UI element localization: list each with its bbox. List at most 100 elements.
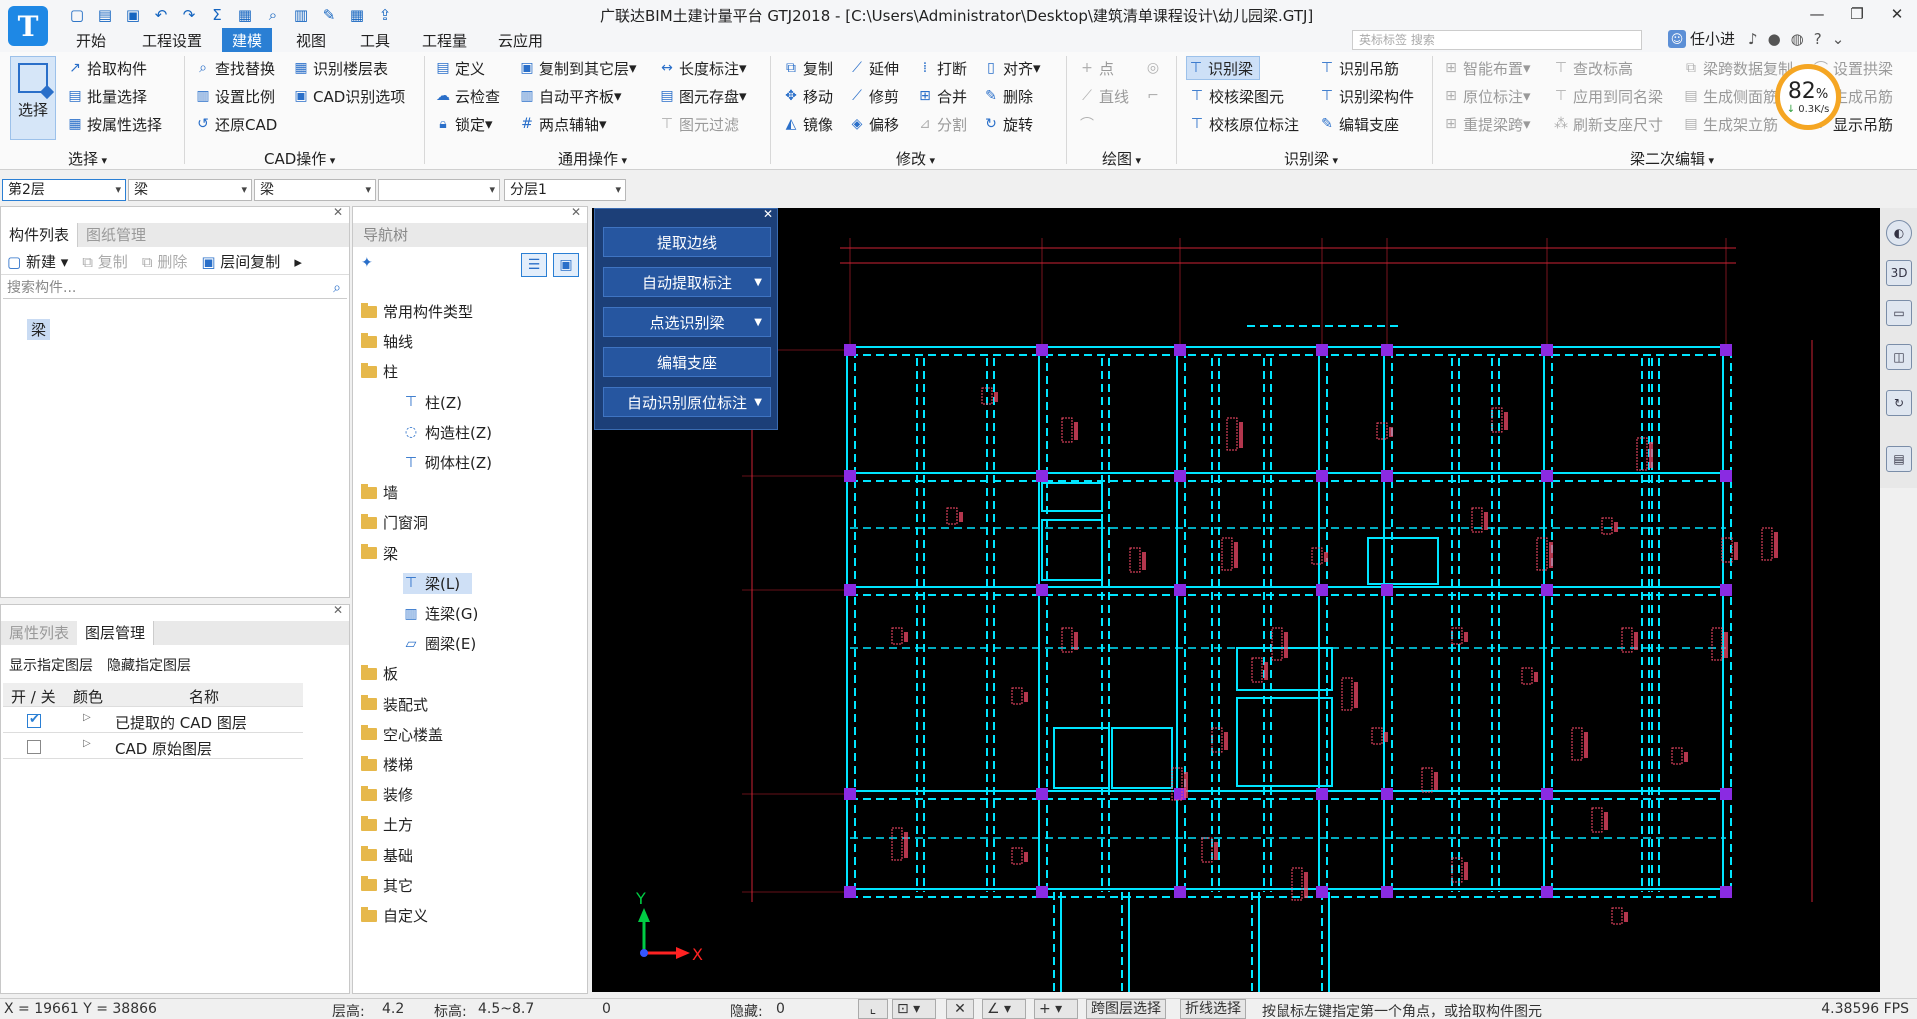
- component-item-beam[interactable]: 梁: [27, 319, 51, 340]
- open-file-icon[interactable]: ▤: [94, 4, 116, 26]
- snap-icon[interactable]: ⊡ ▾: [892, 999, 936, 1019]
- gen-erection-bar-button[interactable]: ▤ 生成架立筋: [1682, 112, 1778, 136]
- dropdown-icon[interactable]: ▼: [754, 397, 762, 408]
- cube-view-icon[interactable]: ◫: [1886, 344, 1912, 370]
- nav-category[interactable]: 基础: [361, 845, 413, 866]
- nav-category[interactable]: 柱: [361, 361, 398, 382]
- nav-subitem[interactable]: ◌ 构造柱(Z): [403, 422, 492, 443]
- subtype-select[interactable]: 梁: [254, 179, 376, 201]
- calc-icon[interactable]: Σ: [206, 4, 228, 26]
- user-account[interactable]: ☺ 任小进: [1668, 28, 1735, 49]
- recognize-beam-button[interactable]: ⊤ 识别梁: [1186, 56, 1261, 80]
- redo-icon[interactable]: ↷: [178, 4, 200, 26]
- group-common-label[interactable]: 通用操作: [558, 148, 627, 169]
- chat-icon[interactable]: ●: [1768, 30, 1781, 48]
- floor-select[interactable]: 第2层: [2, 179, 126, 201]
- more-icon[interactable]: ▸: [294, 253, 302, 271]
- panel-close-icon[interactable]: ✕: [333, 603, 343, 617]
- check-beam-button[interactable]: ⊤ 校核梁图元: [1188, 84, 1284, 108]
- tab-cloud[interactable]: 云应用: [488, 28, 553, 52]
- tab-view[interactable]: 视图: [286, 28, 336, 52]
- move-button[interactable]: ✥ 移动: [782, 84, 833, 108]
- copy-component-button[interactable]: ⧉ 复制: [82, 251, 128, 272]
- delete-component-button[interactable]: ⧉ 删除: [142, 251, 188, 272]
- nav-category[interactable]: 土方: [361, 814, 413, 835]
- pick-component-button[interactable]: ↗ 拾取构件: [66, 56, 147, 80]
- tab-component-list[interactable]: 构件列表: [1, 223, 79, 247]
- performance-gauge[interactable]: 82% ↓ 0.3K/s: [1775, 64, 1841, 130]
- tab-start[interactable]: 开始: [66, 28, 116, 52]
- auto-extract-label-button[interactable]: 自动提取标注 ▼: [603, 267, 771, 297]
- auto-align-slab-button[interactable]: ▥ 自动平齐板 ▾: [518, 84, 621, 108]
- extend-button[interactable]: ⟋ 延伸: [848, 56, 899, 80]
- nav-category[interactable]: 空心楼盖: [361, 724, 443, 745]
- inplace-label-button[interactable]: ⊞ 原位标注 ▾: [1442, 84, 1530, 108]
- list-view-icon[interactable]: ☰: [521, 253, 547, 277]
- rotate-button[interactable]: ↻ 旋转: [982, 112, 1033, 136]
- expand-icon[interactable]: ▷: [83, 712, 91, 723]
- angle-icon[interactable]: ∠ ▾: [982, 999, 1026, 1019]
- nav-subitem[interactable]: ⊤ 梁(L): [403, 572, 473, 594]
- group-modify-label[interactable]: 修改: [896, 148, 935, 169]
- draw-point-button[interactable]: + 点: [1078, 56, 1114, 80]
- report-icon[interactable]: ▦: [234, 4, 256, 26]
- panel-close-icon[interactable]: ✕: [571, 205, 581, 219]
- recognize-beam-component-button[interactable]: ⊤ 识别梁构件: [1318, 84, 1414, 108]
- nav-subitem[interactable]: ▥ 连梁(G): [403, 603, 478, 624]
- group-select-label[interactable]: 选择: [68, 148, 107, 169]
- nav-subitem[interactable]: ⊤ 砌体柱(Z): [403, 452, 492, 473]
- type-select[interactable]: 梁: [128, 179, 252, 201]
- find-icon[interactable]: ⌕: [262, 4, 284, 26]
- break-button[interactable]: ⁞ 打断: [916, 56, 967, 80]
- more-icon[interactable]: ⌄: [1832, 30, 1845, 48]
- layer-toggle-checkbox[interactable]: [27, 740, 41, 754]
- edit-support-float-button[interactable]: 编辑支座: [603, 347, 771, 377]
- service-icon[interactable]: ◍: [1791, 30, 1804, 48]
- re-extract-span-button[interactable]: ⊞ 重提梁跨 ▾: [1442, 112, 1530, 136]
- draw-arc-icon[interactable]: ⌒: [1078, 112, 1099, 136]
- lock-button[interactable]: 🔒︎ 锁定 ▾: [434, 112, 492, 136]
- draw-rect-icon[interactable]: ⌐: [1144, 84, 1165, 108]
- align-button[interactable]: ▯ 对齐 ▾: [982, 56, 1040, 80]
- merge-button[interactable]: ⊞ 合并: [916, 84, 967, 108]
- hide-layer-link[interactable]: 隐藏指定图层: [107, 655, 191, 675]
- bell-icon[interactable]: ♪: [1748, 30, 1758, 48]
- apply-same-beam-button[interactable]: ⊤ 应用到同名梁: [1552, 84, 1663, 108]
- grid-toggle-icon[interactable]: ✕: [946, 999, 974, 1019]
- find-replace-button[interactable]: ⌕ 查找替换: [194, 56, 275, 80]
- inter-floor-copy-button[interactable]: ▣ 层间复制: [201, 251, 280, 272]
- copy-span-data-button[interactable]: ⧉ 梁跨数据复制: [1682, 56, 1793, 80]
- display-settings-icon[interactable]: ▤: [1886, 446, 1912, 472]
- set-scale-button[interactable]: ▥ 设置比例: [194, 84, 275, 108]
- nav-category[interactable]: 自定义: [361, 905, 428, 926]
- panel-close-icon[interactable]: ✕: [763, 207, 773, 221]
- panel-close-icon[interactable]: ✕: [333, 205, 343, 219]
- select-button[interactable]: 选择: [10, 56, 56, 140]
- save-element-button[interactable]: ▤ 图元存盘 ▾: [658, 84, 746, 108]
- project-search-input[interactable]: 英标标签 搜索: [1352, 30, 1642, 50]
- tab-drawing-manage[interactable]: 图纸管理: [78, 223, 154, 247]
- card-view-icon[interactable]: ▣: [553, 253, 579, 277]
- summary-icon[interactable]: ▥: [290, 4, 312, 26]
- recognize-hanger-button[interactable]: ⊤ 识别吊筋: [1318, 56, 1399, 80]
- mirror-button[interactable]: ◭ 镜像: [782, 112, 833, 136]
- nav-category[interactable]: 楼梯: [361, 754, 413, 775]
- layer-select[interactable]: 分层1: [504, 179, 626, 201]
- pin-icon[interactable]: ✦: [361, 255, 373, 271]
- copy-to-floor-button[interactable]: ▣ 复制到其它层 ▾: [518, 56, 636, 80]
- restore-cad-button[interactable]: ↺ 还原CAD: [194, 112, 277, 136]
- length-dim-button[interactable]: ↔ 长度标注 ▾: [658, 56, 746, 80]
- show-layer-link[interactable]: 显示指定图层: [9, 655, 93, 675]
- cad-options-button[interactable]: ▣ CAD识别选项: [292, 84, 405, 108]
- tab-modeling[interactable]: 建模: [222, 28, 273, 52]
- edit-support-button[interactable]: ✎ 编辑支座: [1318, 112, 1399, 136]
- edit-elevation-button[interactable]: ⊤ 查改标高: [1552, 56, 1633, 80]
- grid-icon[interactable]: ▦: [346, 4, 368, 26]
- 3d-view-icon[interactable]: 3D: [1886, 260, 1912, 286]
- polyline-select-button[interactable]: 折线选择: [1180, 999, 1246, 1019]
- nav-category[interactable]: 梁: [361, 543, 398, 564]
- help-icon[interactable]: ?: [1814, 30, 1822, 48]
- rotate-view-icon[interactable]: ↻: [1886, 390, 1912, 416]
- nav-subitem[interactable]: ⊤ 柱(Z): [403, 392, 462, 413]
- tab-property-list[interactable]: 属性列表: [1, 621, 77, 645]
